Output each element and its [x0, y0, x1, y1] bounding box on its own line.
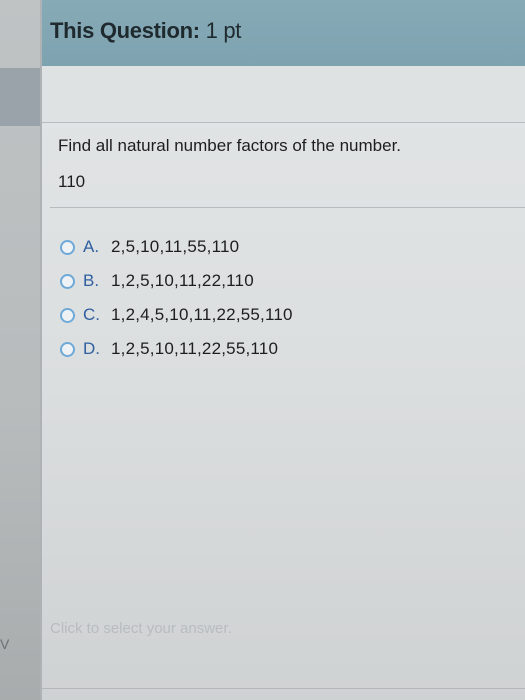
radio-icon[interactable]: [60, 307, 75, 323]
option-value: 1,2,5,10,11,22,110: [111, 271, 254, 290]
header-title: This Question: 1 pt: [50, 18, 241, 44]
option-value: 1,2,4,5,10,11,22,55,110: [111, 305, 293, 324]
question-panel: This Question: 1 pt Find all natural num…: [40, 0, 525, 700]
option-letter: A.: [83, 237, 100, 256]
question-number: 110: [58, 172, 86, 191]
bottom-divider: [42, 688, 525, 689]
radio-icon[interactable]: [60, 273, 75, 289]
sidebar-active-tab[interactable]: [0, 68, 40, 126]
option-b[interactable]: B. 1,2,5,10,11,22,110: [60, 264, 293, 298]
option-letter: C.: [83, 305, 100, 324]
question-prompt: Find all natural number factors of the n…: [58, 136, 402, 155]
left-sidebar: V: [0, 0, 40, 700]
option-letter: D.: [83, 339, 100, 358]
option-value: 1,2,5,10,11,22,55,110: [111, 339, 279, 358]
divider: [50, 207, 525, 208]
radio-icon[interactable]: [60, 341, 75, 357]
question-header: This Question: 1 pt: [42, 0, 525, 66]
option-value: 2,5,10,11,55,110: [111, 237, 240, 256]
header-label: This Question:: [50, 18, 200, 43]
answer-options: A. 2,5,10,11,55,110 B. 1,2,5,10,11,22,11…: [60, 230, 293, 366]
option-letter: B.: [83, 271, 100, 290]
option-d[interactable]: D. 1,2,5,10,11,22,55,110: [60, 332, 293, 366]
option-a[interactable]: A. 2,5,10,11,55,110: [60, 230, 293, 264]
question-subbar: [42, 66, 525, 123]
option-c[interactable]: C. 1,2,4,5,10,11,22,55,110: [60, 298, 293, 332]
header-points: 1 pt: [205, 18, 242, 43]
sidebar-mark: V: [0, 636, 10, 652]
select-answer-hint: Click to select your answer.: [50, 620, 232, 637]
radio-icon[interactable]: [60, 239, 75, 255]
